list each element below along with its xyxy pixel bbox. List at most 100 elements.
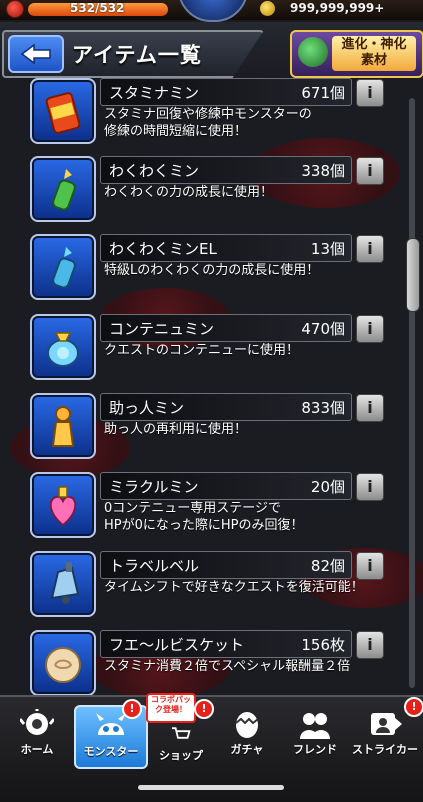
evolve-label-line1: 進化・神化 — [341, 37, 407, 52]
evolve-monster-icon — [298, 37, 328, 67]
item-count: 13個 — [310, 240, 345, 258]
home-indicator[interactable] — [138, 785, 284, 790]
item-name-plate: フエ～ルビスケット 156枚 — [100, 630, 352, 658]
info-button[interactable]: i — [356, 394, 384, 422]
nav-label: モンスター — [83, 745, 139, 758]
item-icon-frame — [30, 156, 96, 222]
info-button[interactable]: i — [356, 157, 384, 185]
item-name: フエ～ルビスケット — [109, 636, 245, 654]
item-list[interactable]: スタミナミン 671個 i スタミナ回復や修練中モンスターの 修練の時間短縮に使… — [0, 78, 423, 695]
item-icon-frame — [30, 393, 96, 459]
item-count: 338個 — [301, 162, 345, 180]
item-count: 20個 — [310, 478, 345, 496]
blue-bottle-icon — [52, 247, 76, 289]
item-icon-frame — [30, 630, 96, 695]
item-count: 156枚 — [301, 636, 345, 654]
item-description: わくわくの力の成長に使用！ — [104, 185, 274, 200]
item-description: 助っ人の再利用に使用！ — [104, 422, 248, 437]
nav-home[interactable]: ホーム — [2, 705, 72, 765]
rank-orb[interactable] — [178, 0, 248, 22]
evolve-label-line2: 素材 — [360, 53, 387, 68]
bottom-nav: ホーム モンスター ! ショップ コラボパック登場！ ! ガチャ フレンド スト… — [0, 693, 423, 802]
info-button[interactable]: i — [356, 315, 384, 343]
green-bottle-icon — [52, 169, 76, 211]
item-description: 特級Lのわくわくの力の成長に使用！ — [104, 263, 320, 278]
item-name: わくわくミンEL — [109, 240, 217, 258]
item-name: スタミナミン — [109, 84, 200, 102]
collab-pack-badge: コラボパック登場！ — [146, 693, 196, 723]
item-description: 0コンテニュー専用ステージで HPが0になった際にHPのみ回復！ — [104, 501, 304, 533]
item-name-plate: 助っ人ミン 833個 — [100, 393, 352, 421]
item-row-fuel-biscuit[interactable]: フエ～ルビスケット 156枚 i スタミナ消費２倍でスペシャル報酬量２倍 — [0, 630, 423, 695]
nav-label: フレンド — [293, 743, 337, 756]
info-button[interactable]: i — [356, 79, 384, 107]
coin-icon — [260, 1, 275, 16]
item-description: スタミナ回復や修練中モンスターの 修練の時間短縮に使用！ — [104, 107, 312, 139]
item-icon-frame — [30, 78, 96, 144]
striker-icon — [371, 713, 402, 735]
scrollbar-thumb[interactable] — [406, 238, 420, 312]
nav-gacha[interactable]: ガチャ — [212, 705, 282, 765]
item-name-plate: コンテニュミン 470個 — [100, 314, 352, 342]
item-icon-frame — [30, 234, 96, 300]
bell-icon — [50, 562, 80, 604]
notification-badge: ! — [122, 699, 142, 719]
info-button[interactable]: i — [356, 552, 384, 580]
back-button[interactable] — [8, 35, 64, 73]
item-name: トラベルベル — [109, 557, 200, 575]
gacha-egg-icon — [235, 712, 259, 738]
item-name-plate: わくわくミンEL 13個 — [100, 234, 352, 262]
home-icon — [20, 709, 54, 735]
gem-jar-icon — [47, 332, 79, 367]
stamina-value: 532/532 — [70, 1, 125, 15]
page-header: アイテム一覧 進化・神化 素材 — [0, 22, 423, 78]
item-description: スタミナ消費２倍でスペシャル報酬量２倍 — [104, 659, 351, 674]
item-icon-frame — [30, 472, 96, 538]
item-row-stamina-min[interactable]: スタミナミン 671個 i スタミナ回復や修練中モンスターの 修練の時間短縮に使… — [0, 78, 423, 150]
item-row-miracle-min[interactable]: ミラクルミン 20個 i 0コンテニュー専用ステージで HPが0になった際にHP… — [0, 472, 423, 544]
item-description: クエストのコンテニューに使用！ — [104, 343, 300, 358]
notification-badge: ! — [194, 699, 214, 719]
item-name: わくわくミン — [109, 162, 200, 180]
item-icon-frame — [30, 314, 96, 380]
evolve-materials-label: 進化・神化 素材 — [332, 36, 416, 71]
item-icon-frame — [30, 551, 96, 617]
info-button[interactable]: i — [356, 631, 384, 659]
monster-icon — [96, 713, 126, 735]
nav-label: ストライカー — [352, 743, 418, 756]
status-bar: 532/532 999,999,999+ — [0, 0, 423, 22]
biscuit-icon — [45, 647, 81, 683]
item-count: 82個 — [310, 557, 345, 575]
coin-value: 999,999,999+ — [290, 1, 385, 15]
item-row-wakuwaku-min[interactable]: わくわくミン 338個 i わくわくの力の成長に使用！ — [0, 156, 423, 228]
item-name: コンテニュミン — [109, 320, 215, 338]
nav-label: ショップ — [159, 749, 203, 762]
item-name: ミラクルミン — [109, 478, 199, 496]
can-icon — [45, 92, 81, 134]
item-name-plate: スタミナミン 671個 — [100, 78, 352, 106]
nav-friends[interactable]: フレンド — [280, 705, 350, 765]
evolve-materials-button[interactable]: 進化・神化 素材 — [290, 30, 423, 78]
pawn-icon — [51, 406, 75, 447]
stamina-icon — [6, 0, 24, 18]
back-arrow-icon — [20, 43, 51, 65]
notification-badge: ! — [404, 697, 423, 717]
info-button[interactable]: i — [356, 473, 384, 501]
scrollbar-track[interactable] — [409, 98, 415, 688]
item-row-continue-min[interactable]: コンテニュミン 470個 i クエストのコンテニューに使用！ — [0, 314, 423, 386]
item-count: 470個 — [301, 320, 345, 338]
friends-icon — [300, 713, 330, 739]
page-title: アイテム一覧 — [72, 43, 202, 67]
item-count: 671個 — [301, 84, 345, 102]
nav-label: ホーム — [20, 743, 54, 756]
shop-cart-icon — [172, 727, 191, 739]
item-row-wakuwaku-min-el[interactable]: わくわくミンEL 13個 i 特級Lのわくわくの力の成長に使用！ — [0, 234, 423, 306]
heart-potion-icon — [49, 486, 77, 527]
item-name: 助っ人ミン — [109, 399, 185, 417]
item-name-plate: トラベルベル 82個 — [100, 551, 352, 579]
item-row-helper-min[interactable]: 助っ人ミン 833個 i 助っ人の再利用に使用！ — [0, 393, 423, 465]
nav-label: ガチャ — [230, 743, 264, 756]
info-button[interactable]: i — [356, 235, 384, 263]
item-row-travel-bell[interactable]: トラベルベル 82個 i タイムシフトで好きなクエストを復活可能！ — [0, 551, 423, 623]
item-name-plate: ミラクルミン 20個 — [100, 472, 352, 500]
